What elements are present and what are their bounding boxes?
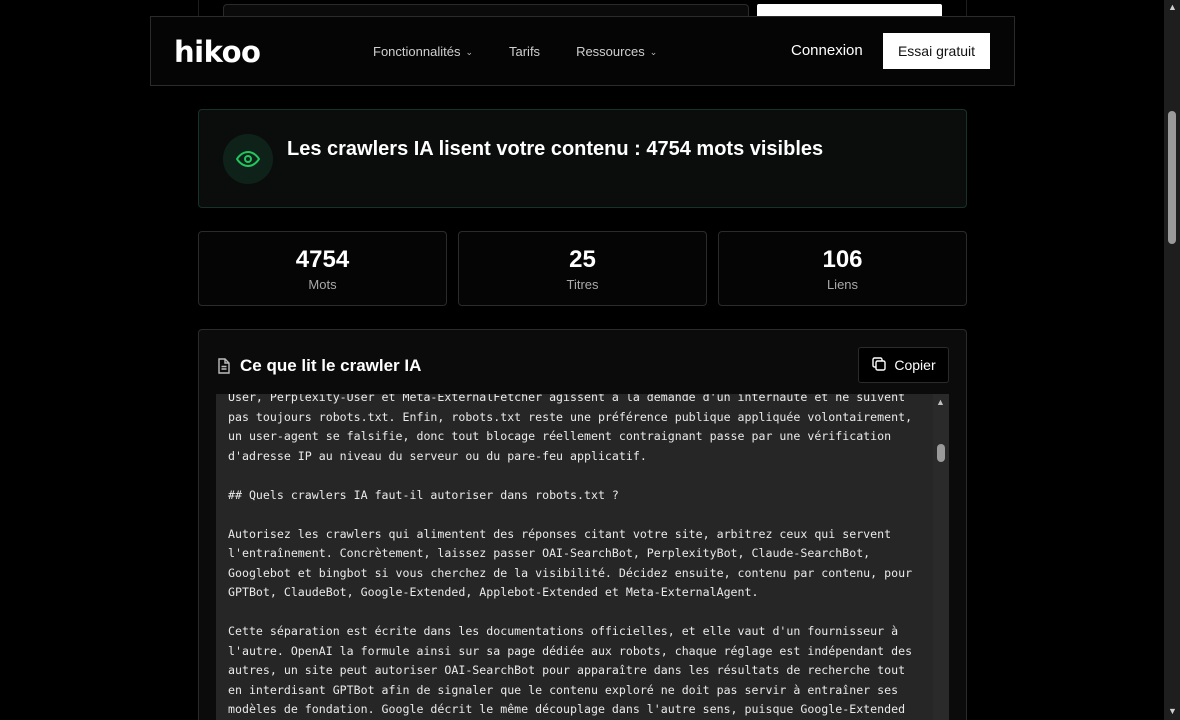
main-nav: Fonctionnalités ⌄ Tarifs Ressources ⌄ — [373, 17, 693, 85]
stat-card-words: 4754 Mots — [198, 231, 447, 306]
stat-card-headings: 25 Titres — [458, 231, 707, 306]
document-icon — [217, 358, 231, 379]
crawler-content-panel: Ce que lit le crawler IA Copier User, Pe… — [198, 329, 967, 720]
nav-item-ressources[interactable]: Ressources ⌄ — [576, 44, 657, 59]
page-scrollbar[interactable]: ▲ ▼ — [1164, 0, 1180, 720]
textarea-scroll-thumb[interactable] — [937, 444, 945, 462]
stat-label: Titres — [566, 277, 599, 292]
stat-value: 25 — [569, 246, 596, 273]
copy-button[interactable]: Copier — [858, 347, 949, 383]
chevron-down-icon: ⌄ — [649, 46, 658, 57]
scroll-up-arrow-icon[interactable]: ▲ — [1168, 2, 1177, 12]
nav-item-fonctionnalites[interactable]: Fonctionnalités ⌄ — [373, 44, 473, 59]
stat-label: Liens — [826, 277, 859, 292]
stat-card-links: 106 Liens — [718, 231, 967, 306]
crawler-content-text: User, Perplexity-User et Meta-ExternalFe… — [228, 394, 913, 716]
nav-item-label: Fonctionnalités — [373, 43, 461, 59]
scroll-down-arrow-icon[interactable]: ▼ — [1168, 706, 1177, 716]
page-scroll-thumb[interactable] — [1168, 111, 1176, 244]
banner-title: Les crawlers IA lisent votre contenu : 4… — [287, 138, 824, 160]
free-trial-button[interactable]: Essai gratuit — [883, 33, 990, 69]
stat-value: 4754 — [295, 246, 350, 273]
visibility-banner: Les crawlers IA lisent votre contenu : 4… — [198, 109, 967, 208]
site-header: hikoo Fonctionnalités ⌄ Tarifs Ressource… — [150, 16, 1015, 86]
login-link[interactable]: Connexion — [791, 42, 863, 59]
textarea-scrollbar[interactable]: ▲ — [933, 394, 949, 720]
crawler-content-textarea[interactable]: User, Perplexity-User et Meta-ExternalFe… — [216, 394, 949, 720]
copy-icon — [871, 356, 887, 375]
stat-value: 106 — [822, 246, 863, 273]
nav-item-label: Tarifs — [509, 43, 541, 59]
nav-item-label: Ressources — [576, 43, 645, 59]
copy-label: Copier — [894, 357, 936, 373]
chevron-down-icon: ⌄ — [465, 46, 473, 57]
nav-item-tarifs[interactable]: Tarifs — [509, 44, 540, 59]
stat-label: Mots — [308, 277, 337, 292]
panel-title: Ce que lit le crawler IA — [240, 356, 422, 375]
scroll-up-arrow-icon[interactable]: ▲ — [936, 397, 945, 407]
logo[interactable]: hikoo — [174, 35, 261, 69]
eye-icon — [223, 134, 273, 184]
